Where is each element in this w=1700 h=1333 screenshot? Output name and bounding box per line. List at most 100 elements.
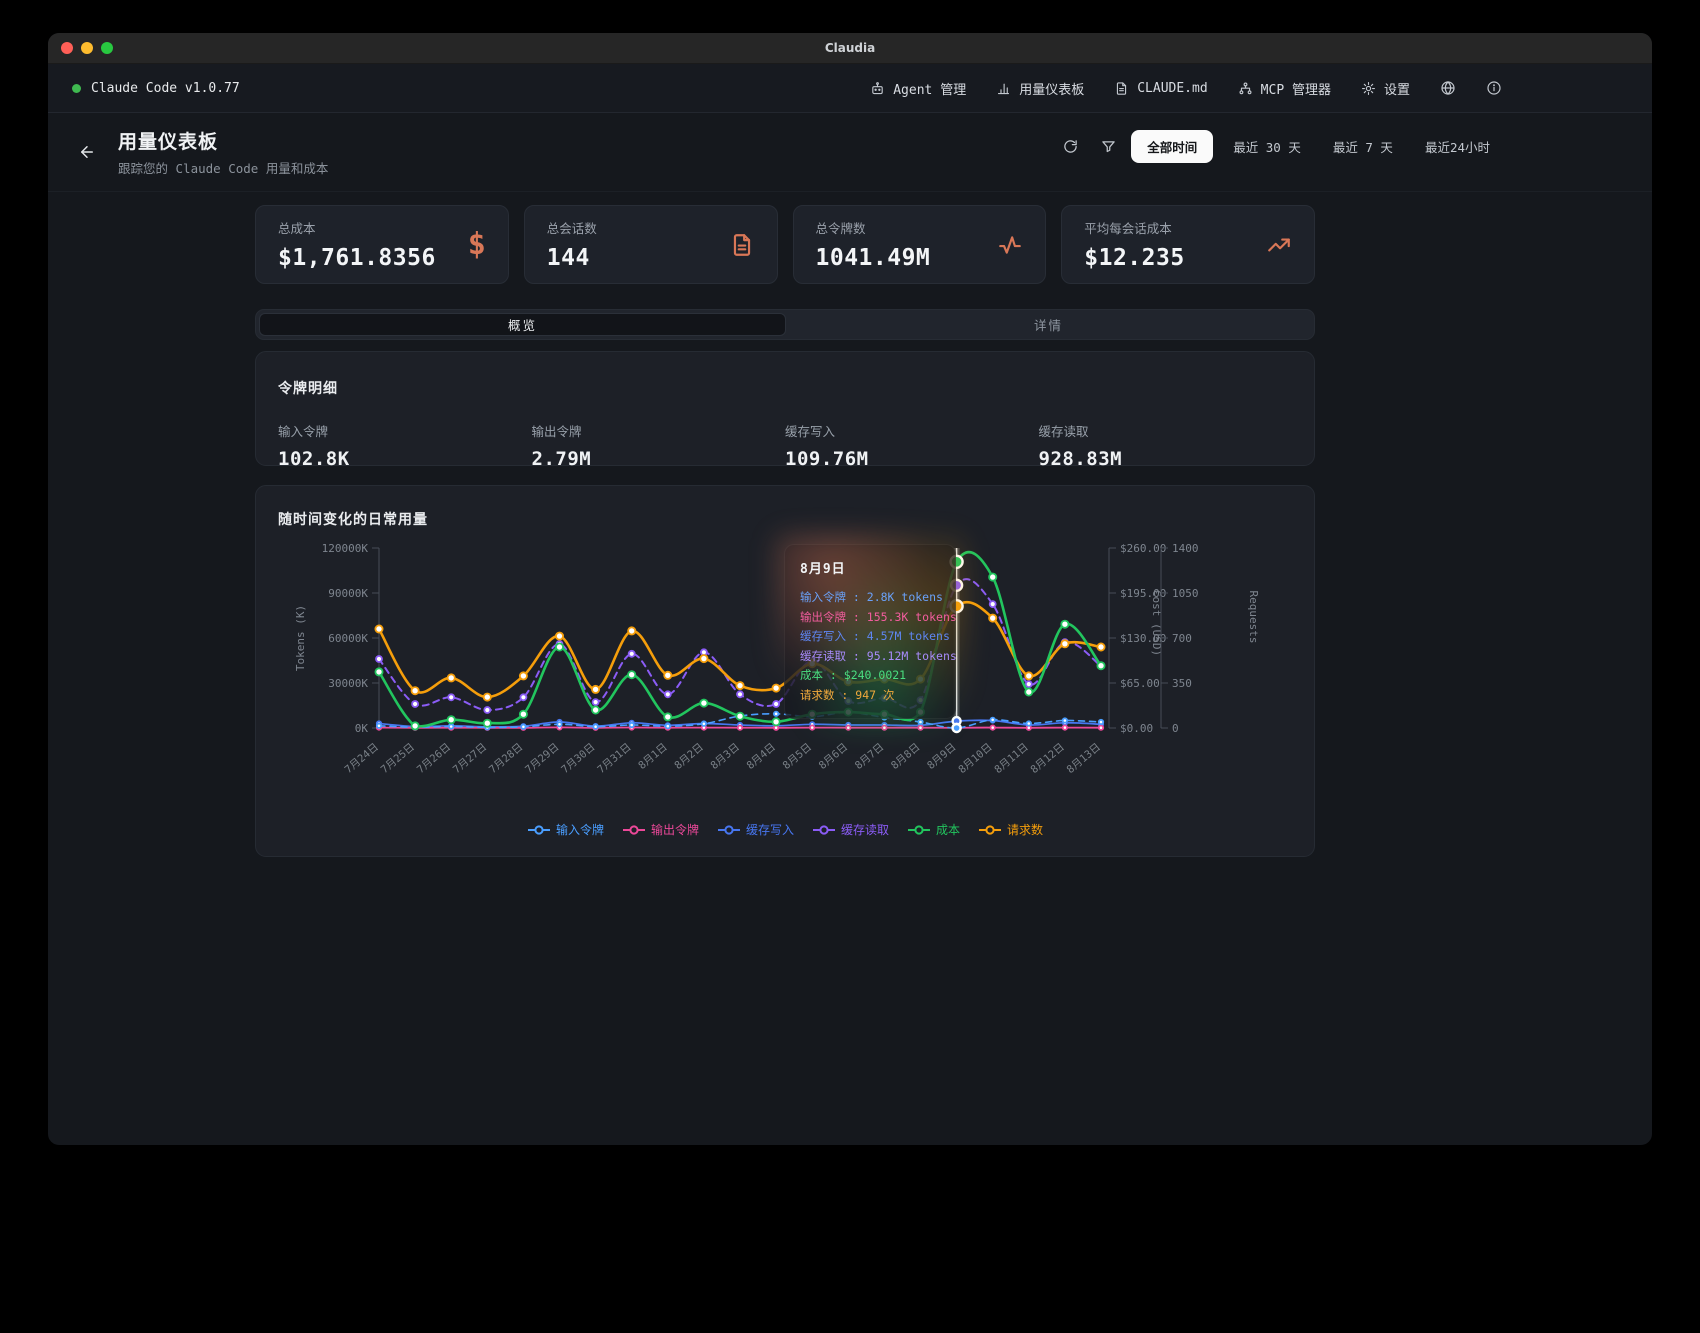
app-version-label: Claude Code v1.0.77 bbox=[91, 81, 240, 96]
minimize-window-button[interactable] bbox=[81, 42, 93, 54]
nav-agent-manager[interactable]: Agent 管理 bbox=[870, 79, 966, 98]
stat-value: 1041.49M bbox=[816, 245, 931, 271]
svg-text:8月8日: 8月8日 bbox=[889, 741, 922, 772]
svg-text:$0.00: $0.00 bbox=[1120, 722, 1153, 735]
stat-value: $1,761.8356 bbox=[278, 245, 436, 271]
legend-item-5[interactable]: 请求数 bbox=[978, 821, 1043, 838]
claude-code-status: Claude Code v1.0.77 bbox=[72, 81, 240, 96]
legend-label: 缓存写入 bbox=[746, 821, 794, 838]
svg-text:60000K: 60000K bbox=[328, 632, 368, 645]
activity-icon bbox=[997, 232, 1023, 258]
funnel-icon bbox=[1101, 139, 1116, 154]
series-cache-read bbox=[376, 579, 1104, 713]
refresh-icon bbox=[1063, 139, 1078, 154]
svg-text:30000K: 30000K bbox=[328, 677, 368, 690]
svg-text:7月29日: 7月29日 bbox=[523, 741, 561, 776]
legend-label: 缓存读取 bbox=[841, 821, 889, 838]
window-title: Claudia bbox=[825, 41, 875, 55]
bar-chart-icon bbox=[996, 81, 1011, 96]
legend-marker bbox=[907, 824, 931, 836]
svg-text:8月4日: 8月4日 bbox=[745, 741, 778, 772]
series-requests bbox=[375, 602, 1104, 701]
time-filter-group: 全部时间 最近 30 天 最近 7 天 最近24小时 bbox=[1055, 130, 1502, 163]
token-stat-input: 输入令牌 102.8K bbox=[278, 421, 532, 470]
svg-text:7月24日: 7月24日 bbox=[343, 741, 381, 776]
nav-settings[interactable]: 设置 bbox=[1361, 79, 1410, 98]
svg-text:1050: 1050 bbox=[1172, 587, 1199, 600]
time-filter-24-hours[interactable]: 最近24小时 bbox=[1413, 130, 1502, 163]
page-title: 用量仪表板 bbox=[118, 127, 328, 154]
legend-marker bbox=[812, 824, 836, 836]
svg-text:7月31日: 7月31日 bbox=[595, 741, 633, 776]
info-icon bbox=[1486, 80, 1502, 96]
nav-claude-md[interactable]: CLAUDE.md bbox=[1114, 81, 1207, 96]
nav-mcp-manager[interactable]: MCP 管理器 bbox=[1238, 79, 1331, 98]
legend-item-2[interactable]: 缓存写入 bbox=[717, 821, 794, 838]
back-button[interactable] bbox=[70, 135, 104, 169]
info-button[interactable] bbox=[1486, 80, 1502, 96]
chart-tooltip: 8月9日 输入令牌2.8K tokens 输出令牌155.3K tokens 缓… bbox=[784, 544, 956, 719]
stat-card-total-cost: 总成本 $1,761.8356 $ bbox=[255, 205, 509, 284]
language-globe-button[interactable] bbox=[1440, 80, 1456, 96]
legend-marker bbox=[717, 824, 741, 836]
svg-text:Requests: Requests bbox=[1247, 591, 1260, 644]
legend-label: 输入令牌 bbox=[556, 821, 604, 838]
svg-text:0: 0 bbox=[1172, 722, 1179, 735]
svg-text:7月26日: 7月26日 bbox=[415, 741, 453, 776]
refresh-button[interactable] bbox=[1055, 132, 1085, 162]
file-text-icon bbox=[729, 232, 755, 258]
legend-marker bbox=[622, 824, 646, 836]
svg-text:8月12日: 8月12日 bbox=[1028, 741, 1066, 776]
legend-item-4[interactable]: 成本 bbox=[907, 821, 960, 838]
svg-text:7月25日: 7月25日 bbox=[379, 741, 417, 776]
legend-item-1[interactable]: 输出令牌 bbox=[622, 821, 699, 838]
tab-overview[interactable]: 概览 bbox=[259, 313, 786, 336]
globe-icon bbox=[1440, 80, 1456, 96]
gear-icon bbox=[1361, 81, 1376, 96]
stat-value: 144 bbox=[547, 245, 597, 271]
svg-text:350: 350 bbox=[1172, 677, 1192, 690]
nav-usage-dashboard[interactable]: 用量仪表板 bbox=[996, 79, 1084, 98]
tooltip-date: 8月9日 bbox=[800, 558, 940, 577]
status-indicator-dot bbox=[72, 84, 81, 93]
chart-legend: 输入令牌 输出令牌 缓存写入 缓存读取 成本 请求数 bbox=[256, 821, 1314, 838]
tab-details[interactable]: 详情 bbox=[786, 313, 1311, 336]
svg-text:1400: 1400 bbox=[1172, 542, 1199, 555]
svg-text:8月7日: 8月7日 bbox=[853, 741, 886, 772]
time-filter-7-days[interactable]: 最近 7 天 bbox=[1321, 130, 1405, 163]
file-text-icon bbox=[1114, 81, 1129, 96]
svg-text:8月11日: 8月11日 bbox=[992, 741, 1030, 776]
series-cost bbox=[375, 552, 1104, 729]
axis-cost: $260.00$195.00$130.00$65.00$0.00Cost (US… bbox=[1109, 542, 1166, 735]
main-nav: Agent 管理 用量仪表板 CLAUDE.md MCP 管理器 设置 bbox=[870, 79, 1502, 98]
filter-button[interactable] bbox=[1093, 132, 1123, 162]
stat-card-total-tokens: 总令牌数 1041.49M bbox=[793, 205, 1047, 284]
main-content: 总成本 $1,761.8356 $ 总会话数 144 总令牌数 1041.49M bbox=[255, 205, 1315, 857]
traffic-lights bbox=[61, 33, 113, 63]
stat-label: 总令牌数 bbox=[816, 218, 931, 237]
legend-item-0[interactable]: 输入令牌 bbox=[527, 821, 604, 838]
time-filter-all-time[interactable]: 全部时间 bbox=[1131, 130, 1213, 163]
legend-item-3[interactable]: 缓存读取 bbox=[812, 821, 889, 838]
stat-value: $12.235 bbox=[1084, 245, 1184, 271]
close-window-button[interactable] bbox=[61, 42, 73, 54]
token-breakdown-title: 令牌明细 bbox=[278, 378, 1292, 398]
svg-text:8月10日: 8月10日 bbox=[956, 741, 994, 776]
svg-text:8月13日: 8月13日 bbox=[1065, 741, 1103, 776]
time-filter-30-days[interactable]: 最近 30 天 bbox=[1221, 130, 1313, 163]
stat-cards: 总成本 $1,761.8356 $ 总会话数 144 总令牌数 1041.49M bbox=[255, 205, 1315, 284]
token-stat-cache-write: 缓存写入 109.76M bbox=[785, 421, 1039, 470]
tooltip-row-input: 输入令牌2.8K tokens bbox=[800, 588, 940, 608]
svg-text:8月3日: 8月3日 bbox=[708, 741, 741, 772]
svg-text:7月28日: 7月28日 bbox=[487, 741, 525, 776]
trending-up-icon bbox=[1266, 232, 1292, 258]
legend-marker bbox=[527, 824, 551, 836]
stat-card-total-sessions: 总会话数 144 bbox=[524, 205, 778, 284]
stat-label: 平均每会话成本 bbox=[1084, 218, 1184, 237]
axis-tokens: 120000K90000K60000K30000K0KTokens (K) bbox=[294, 542, 379, 735]
page-header: 用量仪表板 跟踪您的 Claude Code 用量和成本 全部时间 最近 30 … bbox=[48, 113, 1652, 192]
svg-text:$65.00: $65.00 bbox=[1120, 677, 1160, 690]
zoom-window-button[interactable] bbox=[101, 42, 113, 54]
token-stat-cache-read: 缓存读取 928.83M bbox=[1039, 421, 1293, 470]
dollar-icon: $ bbox=[468, 230, 486, 260]
